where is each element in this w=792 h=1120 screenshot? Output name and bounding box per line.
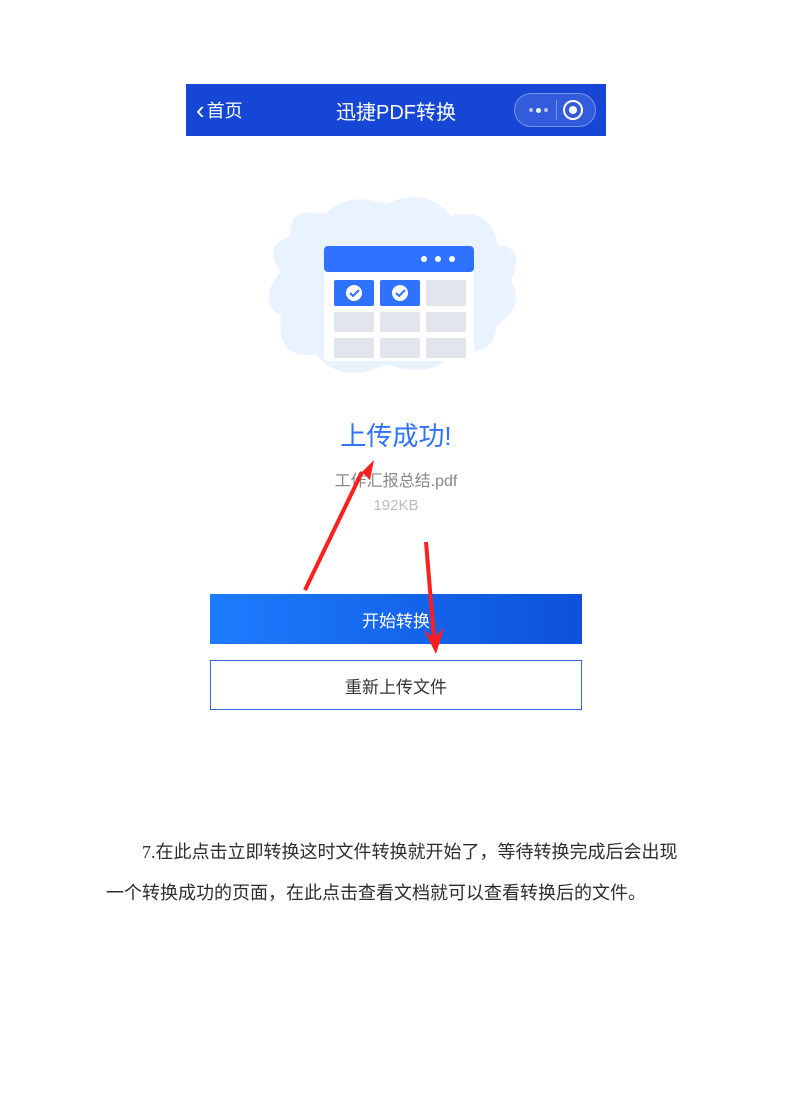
- step-paragraph: 7.在此点击立即转换这时文件转换就开始了，等待转换完成后会出现一个转换成功的页面…: [106, 832, 686, 913]
- more-button[interactable]: [521, 108, 556, 113]
- close-miniprogram-button[interactable]: [563, 100, 583, 120]
- chevron-left-icon: ‹: [196, 97, 205, 123]
- reupload-button[interactable]: 重新上传文件: [210, 660, 582, 710]
- capsule-menu: [514, 93, 596, 127]
- start-convert-button[interactable]: 开始转换: [210, 594, 582, 644]
- file-name: 工作汇报总结.pdf: [206, 467, 586, 491]
- back-label: 首页: [207, 97, 243, 123]
- capsule-divider: [556, 100, 557, 120]
- nav-bar: ‹ 首页 迅捷PDF转换: [186, 84, 606, 136]
- back-button[interactable]: ‹ 首页: [196, 97, 243, 123]
- button-group: 开始转换 重新上传文件: [206, 594, 586, 710]
- file-size: 192KB: [206, 497, 586, 514]
- upload-success-illustration: [256, 186, 536, 386]
- mini-program-screenshot: ‹ 首页 迅捷PDF转换: [186, 84, 606, 750]
- content-area: 上传成功! 工作汇报总结.pdf 192KB 开始转换 重新上传文件: [186, 136, 606, 750]
- status-title: 上传成功!: [206, 416, 586, 453]
